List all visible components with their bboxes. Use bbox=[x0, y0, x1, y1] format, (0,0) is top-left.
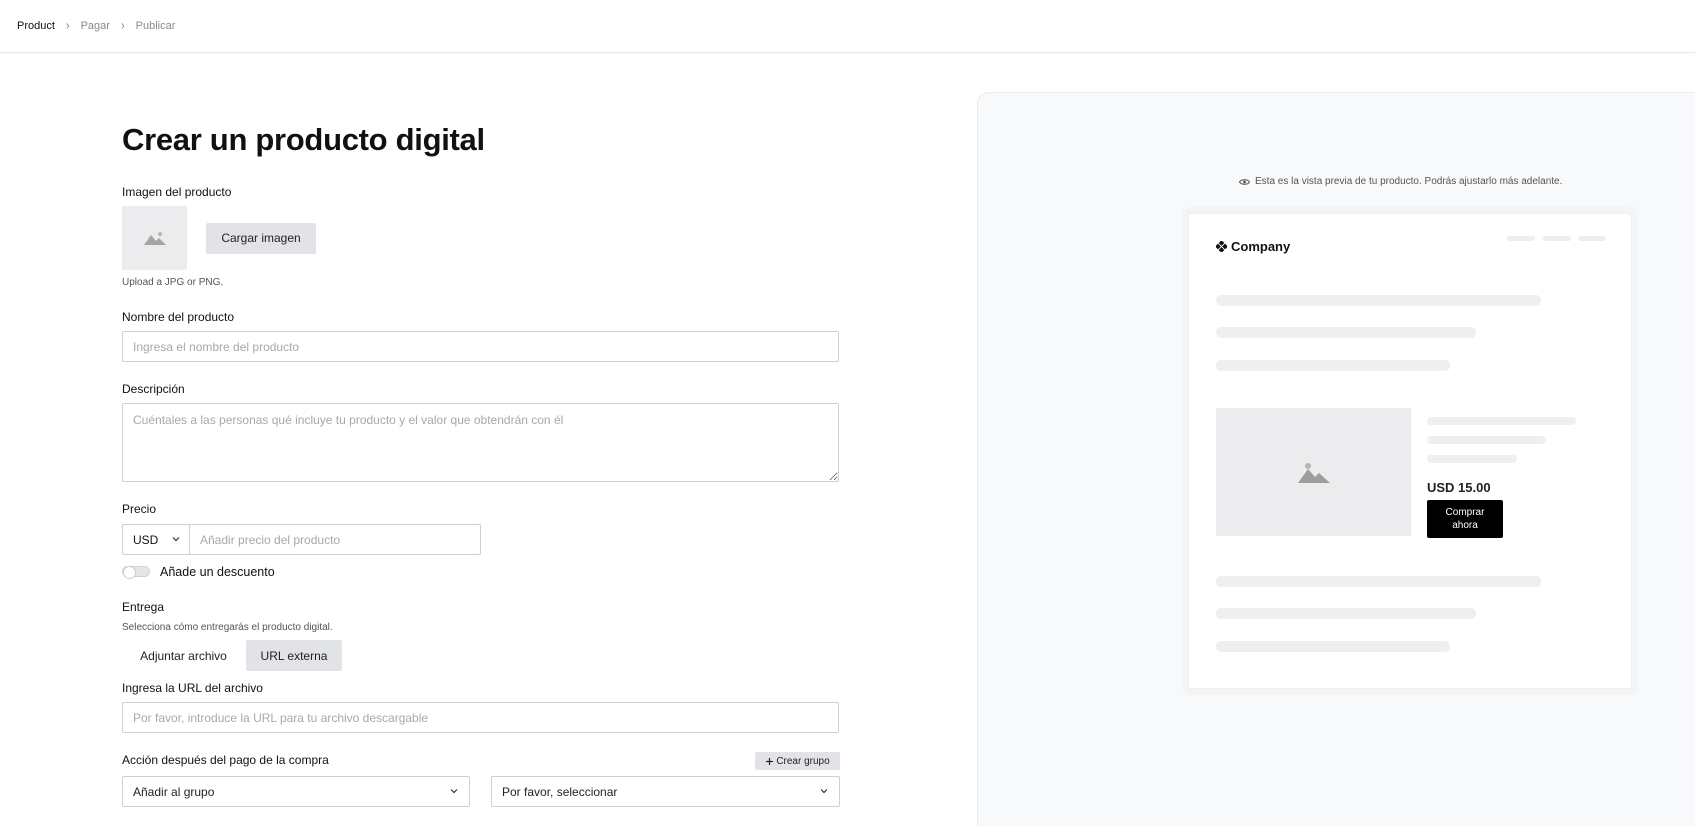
breadcrumb-step-publicar[interactable]: Publicar bbox=[136, 20, 176, 32]
description-label: Descripción bbox=[122, 382, 185, 396]
preview-brand: Company bbox=[1216, 239, 1290, 254]
skeleton-line bbox=[1216, 295, 1541, 306]
image-icon bbox=[143, 232, 166, 245]
skeleton-line bbox=[1216, 576, 1541, 587]
skeleton-line bbox=[1216, 641, 1450, 652]
plus-icon bbox=[766, 757, 774, 765]
delivery-label: Entrega bbox=[122, 600, 165, 614]
product-name-label: Nombre del producto bbox=[122, 310, 235, 324]
chevron-right-icon: › bbox=[65, 18, 70, 34]
currency-value: USD bbox=[133, 532, 159, 547]
preview-note: Esta es la vista previa de tu producto. … bbox=[1239, 176, 1562, 187]
chevron-down-icon bbox=[820, 789, 828, 794]
upload-hint: Upload a JPG or PNG. bbox=[122, 277, 224, 288]
delivery-option-external-url[interactable]: URL externa bbox=[246, 640, 342, 671]
breadcrumb-step-pagar[interactable]: Pagar bbox=[81, 20, 110, 32]
upload-image-button[interactable]: Cargar imagen bbox=[206, 223, 316, 254]
create-group-label: Crear grupo bbox=[776, 755, 830, 767]
skeleton-line bbox=[1427, 417, 1576, 425]
skeleton-line bbox=[1216, 360, 1450, 371]
delivery-option-attach-file[interactable]: Adjuntar archivo bbox=[122, 640, 245, 671]
file-url-input[interactable] bbox=[122, 702, 839, 733]
description-textarea[interactable] bbox=[122, 403, 839, 482]
skeleton-line bbox=[1216, 608, 1476, 619]
preview-nav-placeholder bbox=[1578, 236, 1606, 241]
breadcrumb-step-product[interactable]: Product bbox=[17, 20, 55, 32]
price-input[interactable] bbox=[189, 524, 481, 555]
skeleton-line bbox=[1427, 436, 1546, 444]
post-payment-label: Acción después del pago de la compra bbox=[122, 753, 329, 767]
preview-brand-name: Company bbox=[1231, 239, 1291, 254]
chevron-down-icon bbox=[172, 537, 180, 542]
chevron-down-icon bbox=[450, 789, 458, 794]
create-group-button[interactable]: Crear grupo bbox=[755, 752, 840, 770]
discount-toggle[interactable] bbox=[122, 566, 150, 579]
product-image-label: Imagen del producto bbox=[122, 185, 232, 199]
page-title: Crear un producto digital bbox=[122, 122, 485, 157]
preview-note-text: Esta es la vista previa de tu producto. … bbox=[1255, 176, 1563, 187]
chevron-right-icon: › bbox=[120, 18, 125, 34]
product-image-thumbnail[interactable] bbox=[122, 206, 187, 270]
preview-product-image bbox=[1216, 408, 1411, 536]
preview-price: USD 15.00 bbox=[1427, 480, 1491, 495]
discount-label: Añade un descuento bbox=[160, 565, 275, 579]
skeleton-line bbox=[1427, 455, 1517, 463]
post-payment-action-select[interactable]: Añadir al grupo bbox=[122, 776, 470, 807]
post-payment-action-value: Añadir al grupo bbox=[133, 784, 215, 799]
delivery-hint: Selecciona cómo entregarás el producto d… bbox=[122, 622, 333, 633]
preview-nav-placeholder bbox=[1543, 236, 1571, 241]
group-select-value: Por favor, seleccionar bbox=[502, 784, 618, 799]
buy-now-button[interactable]: Comprar ahora bbox=[1427, 500, 1503, 538]
preview-card: Company USD 15.00 Comprar ahora bbox=[1188, 213, 1632, 689]
breadcrumb-bar: Product › Pagar › Publicar bbox=[0, 0, 1695, 53]
file-url-label: Ingresa la URL del archivo bbox=[122, 681, 263, 695]
currency-select[interactable]: USD bbox=[122, 524, 190, 555]
preview-nav-placeholder bbox=[1507, 236, 1535, 241]
company-logo-icon bbox=[1216, 241, 1227, 252]
eye-icon bbox=[1239, 178, 1250, 185]
group-select[interactable]: Por favor, seleccionar bbox=[491, 776, 840, 807]
preview-panel: Esta es la vista previa de tu producto. … bbox=[977, 92, 1695, 826]
product-name-input[interactable] bbox=[122, 331, 839, 362]
skeleton-line bbox=[1216, 327, 1476, 338]
image-icon bbox=[1297, 463, 1330, 483]
price-label: Precio bbox=[122, 502, 157, 516]
